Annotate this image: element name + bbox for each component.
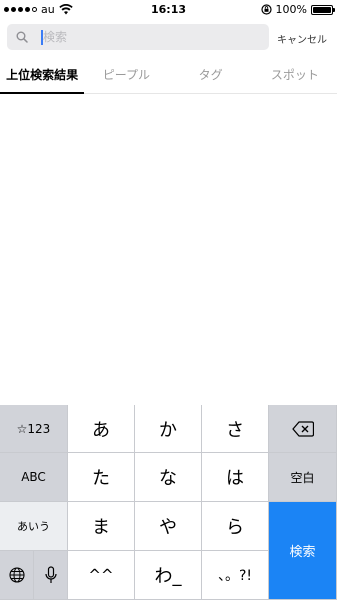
tab-places[interactable]: スポット xyxy=(253,58,337,93)
tab-top-results[interactable]: 上位検索結果 xyxy=(0,58,85,94)
rotation-lock-icon xyxy=(260,4,272,15)
key-a[interactable]: あ xyxy=(68,405,135,453)
key-ya[interactable]: や xyxy=(135,502,202,551)
battery-percent: 100% xyxy=(275,3,307,16)
battery-icon xyxy=(311,4,335,15)
globe-icon xyxy=(8,567,25,583)
backspace-icon xyxy=(291,420,314,437)
key-wa[interactable]: わ_ xyxy=(135,551,202,600)
backspace-key[interactable] xyxy=(269,405,337,453)
key-na[interactable]: な xyxy=(135,453,202,502)
tab-tags[interactable]: タグ xyxy=(169,58,253,93)
key-ka[interactable]: か xyxy=(135,405,202,453)
key-punctuation[interactable]: 、。?! xyxy=(202,551,269,600)
key-emoticon[interactable]: ^^ xyxy=(68,551,135,600)
status-right: 100% xyxy=(260,3,335,16)
dictation-key[interactable] xyxy=(34,551,68,600)
key-ma[interactable]: ま xyxy=(68,502,135,551)
key-ra[interactable]: ら xyxy=(202,502,269,551)
search-tabs: 上位検索結果 ピープル タグ スポット xyxy=(0,58,337,94)
search-icon xyxy=(16,31,28,43)
key-ta[interactable]: た xyxy=(68,453,135,502)
tab-people[interactable]: ピープル xyxy=(84,58,168,93)
cancel-button[interactable]: キャンセル xyxy=(277,31,327,46)
search-input[interactable] xyxy=(43,24,263,50)
key-ha[interactable]: は xyxy=(202,453,269,502)
mode-switch-key[interactable]: ☆123 xyxy=(0,405,68,453)
abc-key[interactable]: ABC xyxy=(0,453,68,502)
search-header: キャンセル xyxy=(0,24,337,52)
microphone-icon xyxy=(44,566,57,583)
globe-key[interactable] xyxy=(0,551,34,600)
kana-key[interactable]: あいう xyxy=(0,502,68,551)
status-bar: au 16:13 100% xyxy=(0,0,337,20)
space-key[interactable]: 空白 xyxy=(269,453,337,502)
search-key[interactable]: 検索 xyxy=(269,502,337,600)
japanese-keyboard: ☆123 あ か さ ABC た な は 空白 あいう ま や ら ^^ わ_ xyxy=(0,405,337,600)
key-sa[interactable]: さ xyxy=(202,405,269,453)
search-bar[interactable] xyxy=(7,24,269,50)
